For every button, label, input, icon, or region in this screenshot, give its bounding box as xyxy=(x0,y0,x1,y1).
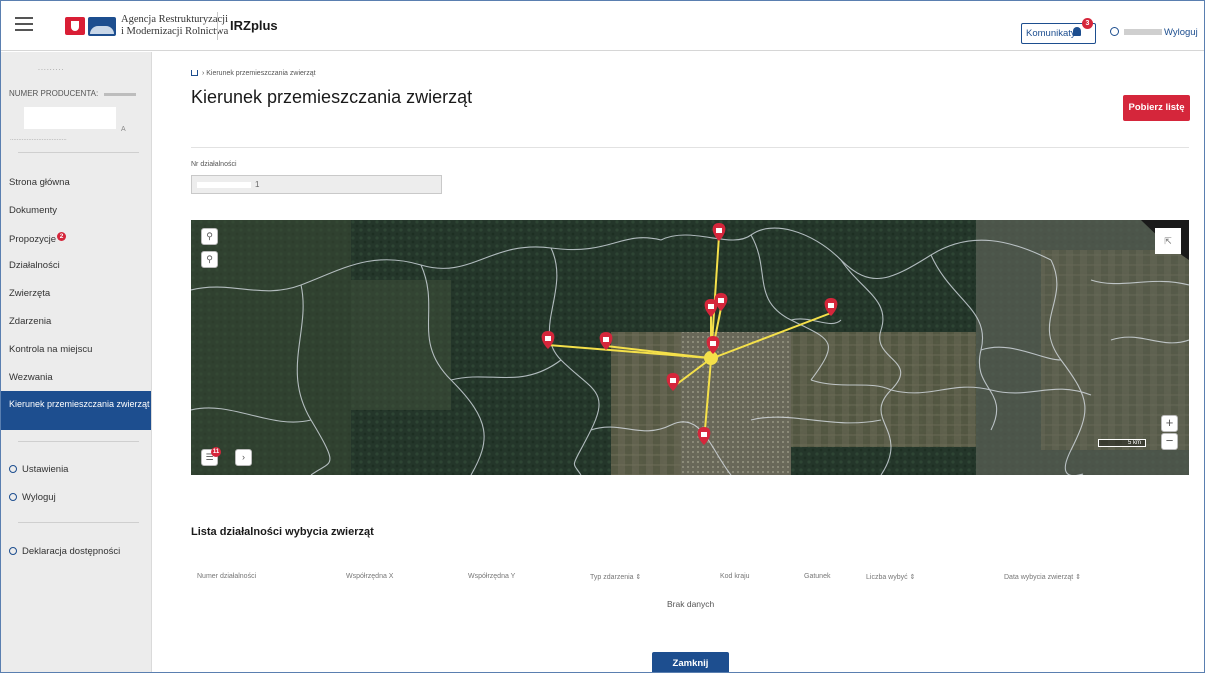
producer-address-tail: A xyxy=(121,126,126,133)
business-number-suffix: 1 xyxy=(255,180,260,189)
bell-icon xyxy=(1073,27,1081,36)
column-header-typ[interactable]: Typ zdarzenia ⇕ xyxy=(590,573,641,581)
fullscreen-icon[interactable]: ⇱ xyxy=(1155,228,1181,254)
column-header-data[interactable]: Data wybycia zwierząt ⇕ xyxy=(1004,573,1081,581)
column-header-kod-kraju[interactable]: Kod kraju xyxy=(720,573,750,580)
producer-number-redacted xyxy=(104,93,136,96)
sidebar-logout-link[interactable]: Wyloguj xyxy=(9,492,56,503)
business-number-field: 1 xyxy=(191,175,442,194)
column-header-liczba[interactable]: Liczba wybyć ⇕ xyxy=(866,573,915,581)
origin-point xyxy=(704,351,718,365)
business-number-label: Nr działalności xyxy=(191,161,237,168)
column-header-numer[interactable]: Numer działalności xyxy=(197,573,256,580)
agency-name-line1: Agencja Restrukturyzacji xyxy=(121,14,228,25)
sidebar: ......... NUMER PRODUCENTA: A ..........… xyxy=(1,52,152,672)
accessibility-label: Deklaracja dostępności xyxy=(22,546,121,557)
accessibility-icon xyxy=(9,547,17,555)
poland-emblem-logo xyxy=(65,17,85,35)
producer-address-line: .................................. xyxy=(10,136,67,142)
download-list-button[interactable]: Pobierz listę xyxy=(1123,95,1190,121)
sidebar-item-label: Propozycje xyxy=(9,234,56,245)
user-icon xyxy=(9,493,17,501)
top-header: Agencja Restrukturyzacji i Modernizacji … xyxy=(1,1,1204,51)
sidebar-item-zwierzeta[interactable]: Zwierzęta xyxy=(1,288,151,299)
sidebar-item-dokumenty[interactable]: Dokumenty xyxy=(1,205,151,216)
producer-address-redacted xyxy=(24,107,116,129)
movement-map[interactable]: ⚲ ⚲ ⇱ + − 5 km ☰ 11 › xyxy=(191,220,1189,475)
komunikaty-label: Komunikaty xyxy=(1026,28,1076,39)
layers-count-badge: 11 xyxy=(211,447,221,457)
accessibility-link[interactable]: Deklaracja dostępności xyxy=(9,546,120,557)
sidebar-item-strona-glowna[interactable]: Strona główna xyxy=(1,177,151,188)
home-icon[interactable] xyxy=(191,70,198,76)
sidebar-item-propozycje[interactable]: Propozycje 2 xyxy=(1,232,151,245)
producer-name-redacted: ......... xyxy=(38,65,65,72)
sidebar-divider xyxy=(18,441,139,442)
sidebar-item-wezwania[interactable]: Wezwania xyxy=(1,372,151,383)
sidebar-item-zdarzenia[interactable]: Zdarzenia xyxy=(1,316,151,327)
empty-table-message: Brak danych xyxy=(667,599,715,609)
sort-icon: ⇕ xyxy=(635,574,642,581)
column-header-gatunek[interactable]: Gatunek xyxy=(804,573,830,580)
close-button[interactable]: Zamknij xyxy=(652,652,729,672)
app-window: Agencja Restrukturyzacji i Modernizacji … xyxy=(0,0,1205,673)
sidebar-divider xyxy=(18,522,139,523)
column-header-label: Data wybycia zwierząt xyxy=(1004,574,1074,581)
propozycje-count-badge: 2 xyxy=(57,232,66,241)
map-canvas xyxy=(191,220,1189,475)
breadcrumb: › Kierunek przemieszczania zwierząt xyxy=(191,70,316,77)
logout-link[interactable]: Wyloguj xyxy=(1164,27,1198,38)
arimr-logo xyxy=(88,17,116,36)
app-name: IRZplus xyxy=(230,18,278,33)
business-number-redacted xyxy=(197,182,251,188)
content-divider xyxy=(191,147,1189,148)
chevron-right-icon[interactable]: › xyxy=(235,449,252,466)
column-header-y[interactable]: Współrzędna Y xyxy=(468,573,515,580)
sidebar-item-dzialalnosci[interactable]: Działalności xyxy=(1,260,151,271)
search-icon[interactable]: ⚲ xyxy=(201,228,218,245)
agency-name: Agencja Restrukturyzacji i Modernizacji … xyxy=(121,14,228,38)
map-field-area xyxy=(351,280,451,410)
column-header-label: Liczba wybyć xyxy=(866,574,908,581)
menu-icon[interactable] xyxy=(15,17,33,33)
producer-number-label: NUMER PRODUCENTA: xyxy=(9,89,99,98)
map-scale: 5 km xyxy=(1098,439,1146,447)
settings-link[interactable]: Ustawienia xyxy=(9,464,68,475)
sidebar-item-kontrola[interactable]: Kontrola na miejscu xyxy=(1,344,151,355)
komunikaty-count-badge: 3 xyxy=(1082,18,1093,29)
gear-icon xyxy=(9,465,17,473)
breadcrumb-current: Kierunek przemieszczania zwierząt xyxy=(206,70,316,77)
user-icon xyxy=(1110,27,1119,36)
map-town-area xyxy=(681,332,791,475)
list-title: Lista działalności wybycia zwierząt xyxy=(191,526,374,538)
zoom-in-button[interactable]: + xyxy=(1161,415,1178,432)
sidebar-item-kierunek-przemieszczania[interactable]: Kierunek przemieszczania zwierząt xyxy=(1,391,151,430)
search-icon[interactable]: ⚲ xyxy=(201,251,218,268)
agency-name-line2: i Modernizacji Rolnictwa xyxy=(121,26,229,37)
logout-label: Wyloguj xyxy=(22,492,56,503)
sort-icon: ⇕ xyxy=(909,574,916,581)
column-header-label: Typ zdarzenia xyxy=(590,574,634,581)
column-header-x[interactable]: Współrzędna X xyxy=(346,573,393,580)
sort-icon: ⇕ xyxy=(1075,574,1082,581)
zoom-out-button[interactable]: − xyxy=(1161,433,1178,450)
header-divider xyxy=(217,12,218,40)
page-title: Kierunek przemieszczania zwierząt xyxy=(191,87,473,107)
sidebar-divider xyxy=(18,152,139,153)
settings-label: Ustawienia xyxy=(22,464,69,475)
user-name-redacted xyxy=(1124,29,1162,35)
